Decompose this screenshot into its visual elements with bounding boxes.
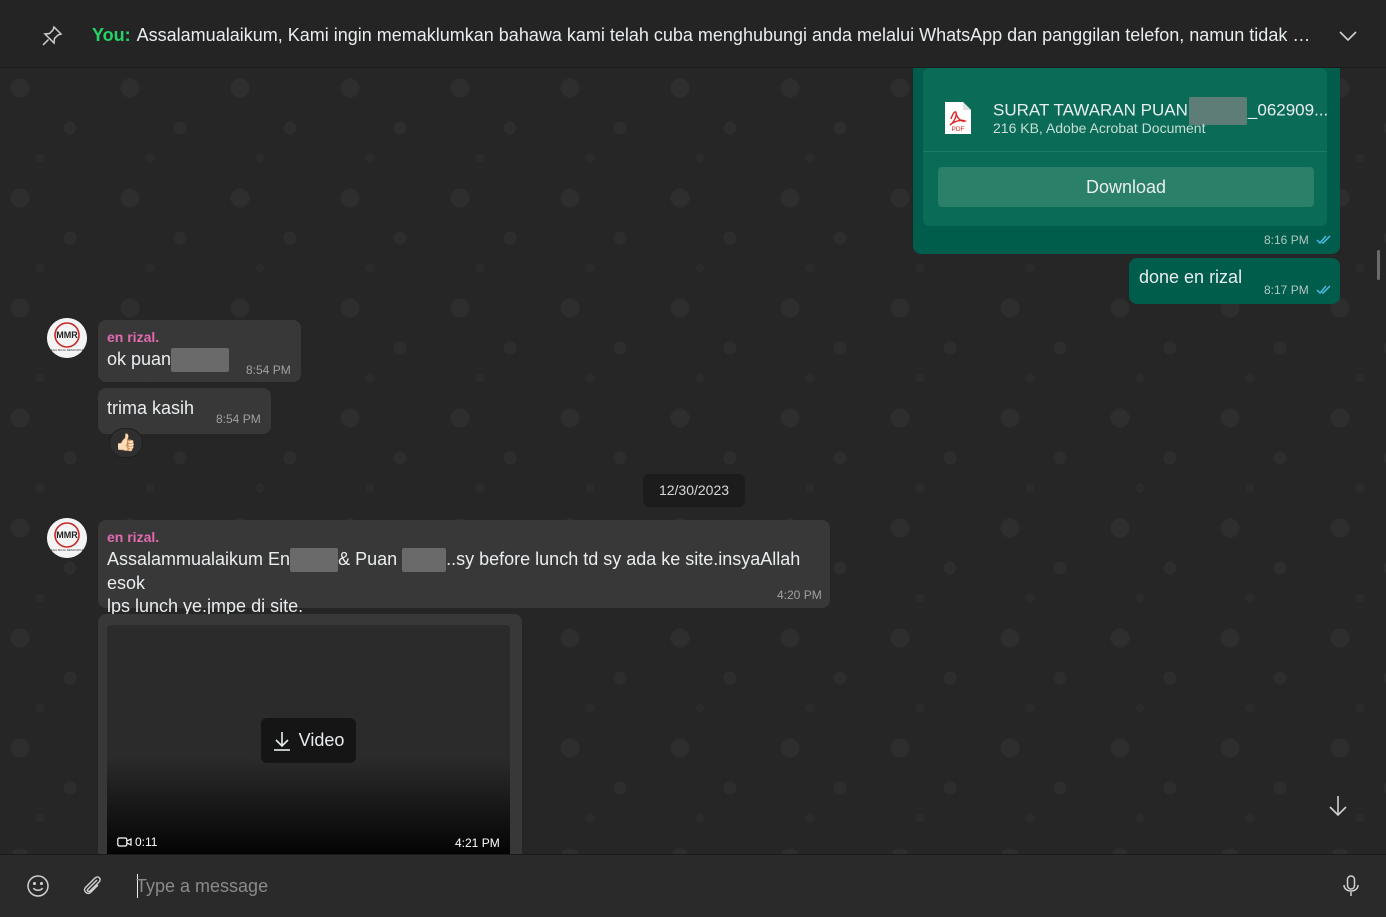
redacted-block: [171, 348, 230, 372]
chevron-down-icon[interactable]: [1336, 25, 1360, 47]
redacted-block: [402, 548, 447, 573]
video-thumbnail[interactable]: Video 0:11 4:21 PM: [107, 625, 510, 854]
video-duration: 0:11: [117, 835, 157, 849]
avatar-logo-icon: MMR MEGA MAJU RESOURCES: [47, 518, 87, 558]
message-text-part: Assalammualaikum En: [107, 549, 291, 569]
avatar-logo-text: MMR: [56, 330, 78, 340]
message-text-part: & Puan: [338, 549, 403, 569]
document-card: PDF SURAT TAWARAN PUAN _062909... 216 KB,…: [923, 68, 1329, 226]
incoming-video-message[interactable]: Video 0:11 4:21 PM: [98, 614, 522, 854]
message-text: done en rizal: [1139, 267, 1243, 287]
message-time: 4:20 PM: [777, 588, 822, 602]
document-file-row[interactable]: PDF SURAT TAWARAN PUAN _062909... 216 KB,…: [923, 80, 1329, 152]
avatar-logo-icon: MMR MEGA MAJU RESOURCES: [47, 318, 87, 358]
video-duration-text: 0:11: [135, 835, 158, 849]
message-text-part: ok puan: [107, 348, 172, 369]
read-ticks-icon: [1316, 235, 1331, 244]
document-name-start: SURAT TAWARAN PUAN: [993, 100, 1188, 120]
avatar-caption: MEGA MAJU RESOURCES: [48, 348, 86, 352]
microphone-icon[interactable]: [1338, 873, 1364, 899]
message-composer-bar: [0, 854, 1386, 917]
read-ticks-icon: [1316, 285, 1331, 294]
message-time: 8:54 PM: [216, 412, 261, 426]
incoming-message[interactable]: en rizal. Assalammualaikum En & Puan ..sy…: [98, 520, 830, 616]
avatar[interactable]: MMR MEGA MAJU RESOURCES: [47, 518, 87, 558]
message-time: 8:54 PM: [246, 363, 291, 377]
outgoing-document-message[interactable]: PDF SURAT TAWARAN PUAN _062909... 216 KB,…: [913, 68, 1340, 254]
message-time: 8:16 PM: [1264, 233, 1309, 247]
attach-icon[interactable]: [79, 873, 105, 899]
outgoing-message[interactable]: done en rizal 8:17 PM: [1129, 258, 1340, 304]
pdf-file-icon: PDF: [945, 102, 971, 134]
message-time-row: 8:16 PM: [1264, 231, 1332, 249]
message-text: ok puan: [107, 348, 230, 372]
avatar-logo-text: MMR: [56, 530, 78, 540]
download-button[interactable]: Download: [938, 167, 1314, 207]
pin-icon[interactable]: [40, 24, 64, 48]
pdf-icon-label: PDF: [952, 126, 965, 133]
redacted-block: [290, 548, 339, 573]
arrow-down-icon: [1329, 796, 1347, 817]
avatar[interactable]: MMR MEGA MAJU RESOURCES: [47, 318, 87, 358]
avatar-caption: MEGA MAJU RESOURCES: [48, 548, 86, 552]
download-arrow-icon: [273, 731, 290, 751]
message-input[interactable]: [136, 871, 1316, 901]
pinned-message-bar[interactable]: You: Assalamualaikum, Kami ingin memaklum…: [0, 0, 1386, 68]
message-time: 8:17 PM: [1264, 283, 1309, 297]
message-text: trima kasih: [107, 398, 195, 418]
emoji-icon[interactable]: [25, 873, 51, 899]
message-time-row: 8:17 PM: [1264, 281, 1332, 299]
document-name-end: _062909...: [1247, 100, 1329, 120]
scrollbar-thumb[interactable]: [1377, 250, 1380, 280]
chat-area[interactable]: PDF SURAT TAWARAN PUAN _062909... 216 KB,…: [0, 68, 1386, 854]
document-meta: 216 KB, Adobe Acrobat Document: [993, 120, 1206, 136]
message-time: 4:21 PM: [455, 836, 500, 850]
pinned-sender: You:: [92, 25, 131, 45]
sender-name: en rizal.: [107, 329, 160, 345]
video-button-label: Video: [298, 730, 345, 750]
pinned-message-text: You: Assalamualaikum, Kami ingin memaklum…: [92, 25, 1324, 46]
date-separator: 12/30/2023: [643, 474, 745, 507]
sender-name: en rizal.: [107, 529, 160, 545]
message-text: Assalammualaikum En & Puan ..sy before lu…: [107, 548, 817, 618]
video-download-button[interactable]: Video: [261, 718, 356, 763]
incoming-message[interactable]: en rizal. ok puan 8:54 PM: [98, 320, 301, 382]
video-camera-icon: [117, 837, 132, 847]
scroll-to-bottom-button[interactable]: [1316, 784, 1360, 828]
reaction-badge[interactable]: 👍🏻: [109, 428, 143, 458]
pinned-content: Assalamualaikum, Kami ingin memaklumkan …: [136, 25, 1324, 45]
